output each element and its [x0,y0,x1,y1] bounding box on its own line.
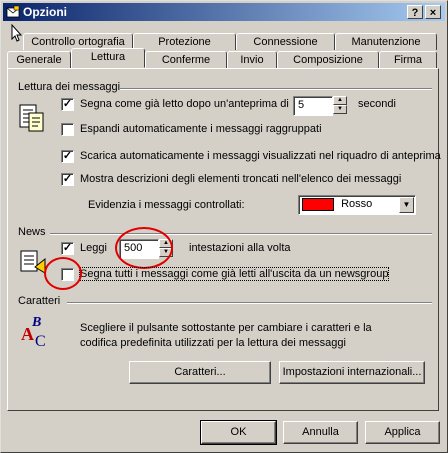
fonts-button[interactable]: Caratteri... [129,361,271,384]
show-tooltips-label: Mostra descrizioni degli elementi tronca… [80,173,402,185]
chevron-down-icon[interactable]: ▼ [399,197,414,213]
annotation-circle [115,227,173,269]
tab-lettura[interactable]: Lettura [71,48,145,68]
download-preview-label: Scarica automaticamente i messaggi visua… [80,150,441,162]
reading-section-title: Lettura dei messaggi [18,81,121,93]
mouse-cursor-icon [11,24,23,42]
cancel-button[interactable]: Annulla [283,421,358,444]
fonts-abc-icon: B A C [21,315,46,349]
read-headers-checkbox[interactable]: ✓ [61,242,74,255]
tab-generale[interactable]: Generale [7,51,71,68]
download-preview-checkbox[interactable]: ✓ [61,150,74,163]
tab-connessione[interactable]: Connessione [236,33,335,50]
app-icon [6,5,20,18]
tab-protezione[interactable]: Protezione [133,33,236,50]
color-name: Rosso [341,198,373,210]
show-tooltips-checkbox[interactable]: ✓ [61,173,74,186]
window-title: Opzioni [23,5,67,19]
mark-read-seconds-input[interactable]: 5 [293,96,333,116]
tab-label: Composizione [293,54,363,66]
tab-label: Connessione [253,36,318,48]
expand-groups-checkbox[interactable] [61,123,74,136]
headers-per-time-label: intestazioni alla volta [189,242,291,254]
ok-button[interactable]: OK [200,420,277,445]
seconds-label: secondi [358,98,396,110]
tab-panel: Lettura dei messaggi ✓ Segna come già le… [7,68,441,411]
tab-invio[interactable]: Invio [227,51,277,68]
svg-text:A: A [21,324,34,344]
reading-message-icon [19,104,44,132]
spin-down-icon[interactable]: ▼ [333,105,347,114]
international-settings-button[interactable]: Impostazioni internazionali... [279,361,425,384]
section-divider [67,302,432,304]
tab-label: Controllo ortografia [31,36,125,48]
highlight-label: Evidenzia i messaggi controllati: [88,199,245,211]
tab-label: Generale [16,54,62,66]
news-section-title: News [18,226,46,238]
svg-text:C: C [35,333,46,349]
mark-read-checkbox[interactable]: ✓ [61,98,74,111]
title-bar[interactable]: Opzioni ? × [3,3,445,21]
expand-groups-label: Espandi automaticamente i messaggi raggr… [80,123,322,135]
apply-button[interactable]: Applica [365,421,440,444]
close-button[interactable]: × [425,5,441,19]
mark-all-read-label: Segna tutti i messaggi come già letti al… [78,267,390,281]
tab-label: Firma [393,54,423,66]
tab-label: Manutenzione [351,36,421,48]
tab-conferme[interactable]: Conferme [145,51,227,68]
help-button[interactable]: ? [407,5,423,19]
section-divider [120,88,432,90]
fonts-section-title: Caratteri [18,295,61,307]
mark-read-label: Segna come già letto dopo un'anteprima d… [80,98,289,110]
tab-label: Invio [240,54,264,66]
mark-read-spinner[interactable]: ▲ ▼ [333,96,347,116]
tab-manutenzione[interactable]: Manutenzione [335,33,437,50]
options-dialog: Opzioni ? × Controllo ortografia Protezi… [0,0,448,453]
tab-label: Conferme [161,54,211,66]
annotation-circle [44,257,82,290]
tab-label: Protezione [158,36,211,48]
tab-composizione[interactable]: Composizione [277,51,379,68]
fonts-description: Scegliere il pulsante sottostante per ca… [80,322,372,349]
tab-label: Lettura [90,51,126,63]
spin-up-icon[interactable]: ▲ [333,96,347,105]
section-divider [50,233,432,235]
highlight-color-select[interactable]: Rosso ▼ [298,195,416,215]
color-swatch [302,197,334,211]
read-headers-label: Leggi [80,242,107,254]
tab-firma[interactable]: Firma [379,51,437,68]
